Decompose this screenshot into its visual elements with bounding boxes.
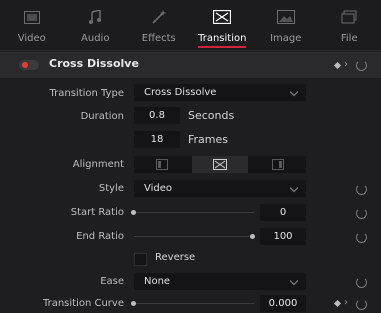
frames-unit: Frames bbox=[188, 133, 229, 146]
chevron-down-icon bbox=[289, 183, 299, 193]
align-start-button[interactable] bbox=[134, 156, 190, 173]
start-ratio-input[interactable]: 0 bbox=[260, 204, 306, 221]
tab-label: Image bbox=[270, 33, 302, 44]
start-ratio-slider-knob[interactable] bbox=[131, 210, 136, 215]
toggle-knob bbox=[22, 62, 28, 68]
tab-label: Transition bbox=[191, 33, 254, 44]
tab-label: Audio bbox=[81, 33, 110, 44]
end-ratio-label: End Ratio bbox=[76, 231, 124, 242]
ease-value: None bbox=[144, 276, 171, 287]
chevron-right-icon[interactable]: › bbox=[344, 59, 348, 70]
style-dropdown[interactable]: Video bbox=[134, 180, 306, 197]
effects-icon bbox=[149, 9, 169, 25]
transition-header: Cross Dissolve › bbox=[0, 52, 381, 78]
transition-curve-label: Transition Curve bbox=[42, 298, 124, 309]
tab-image[interactable]: Image bbox=[254, 0, 317, 50]
chevron-right-icon[interactable]: › bbox=[344, 297, 348, 308]
end-ratio-input[interactable]: 100 bbox=[260, 228, 306, 245]
reset-icon[interactable] bbox=[356, 232, 367, 243]
keyframe-icon[interactable] bbox=[333, 61, 342, 70]
reset-icon[interactable] bbox=[356, 60, 367, 71]
alignment-label: Alignment bbox=[72, 159, 124, 170]
end-ratio-slider-track[interactable] bbox=[134, 236, 254, 237]
reset-icon[interactable] bbox=[356, 208, 367, 219]
duration-seconds-input[interactable]: 0.8 bbox=[134, 107, 180, 124]
reset-icon[interactable] bbox=[356, 299, 367, 310]
end-ratio-slider-knob[interactable] bbox=[250, 234, 255, 239]
file-icon bbox=[339, 9, 359, 25]
start-ratio-slider-track[interactable] bbox=[134, 212, 254, 213]
duration-frames-input[interactable]: 18 bbox=[134, 131, 180, 148]
ease-dropdown[interactable]: None bbox=[134, 273, 306, 290]
transition-title: Cross Dissolve bbox=[49, 57, 139, 70]
align-center-icon bbox=[213, 159, 227, 170]
chevron-down-icon bbox=[289, 87, 299, 97]
divider bbox=[0, 50, 381, 51]
enable-toggle[interactable] bbox=[19, 60, 39, 70]
tab-file[interactable]: File bbox=[318, 0, 381, 50]
reverse-label: Reverse bbox=[155, 252, 196, 263]
tab-effects[interactable]: Effects bbox=[127, 0, 190, 50]
audio-icon bbox=[85, 9, 105, 25]
transition-curve-slider-knob[interactable] bbox=[131, 301, 136, 306]
start-ratio-label: Start Ratio bbox=[70, 207, 124, 218]
transition-type-label: Transition Type bbox=[49, 88, 124, 99]
reset-icon[interactable] bbox=[356, 277, 367, 288]
duration-label: Duration bbox=[80, 111, 124, 122]
alignment-segmented-control[interactable] bbox=[134, 156, 306, 173]
keyframe-icon[interactable] bbox=[333, 299, 342, 308]
transition-curve-input[interactable]: 0.000 bbox=[260, 295, 306, 312]
reverse-checkbox[interactable] bbox=[134, 253, 147, 266]
align-start-icon bbox=[156, 159, 168, 170]
tab-label: Video bbox=[17, 33, 46, 44]
style-value: Video bbox=[144, 183, 173, 194]
tab-transition[interactable]: Transition bbox=[191, 0, 254, 50]
image-icon bbox=[276, 9, 296, 25]
transition-icon bbox=[212, 9, 232, 25]
transition-type-value: Cross Dissolve bbox=[144, 87, 217, 98]
transition-type-dropdown[interactable]: Cross Dissolve bbox=[134, 84, 306, 101]
align-end-icon bbox=[272, 159, 284, 170]
style-label: Style bbox=[98, 183, 124, 194]
seconds-unit: Seconds bbox=[188, 109, 235, 122]
tab-label: File bbox=[340, 33, 358, 44]
transition-curve-slider-track[interactable] bbox=[134, 303, 254, 304]
reset-icon[interactable] bbox=[356, 184, 367, 195]
tab-video[interactable]: Video bbox=[0, 0, 63, 50]
inspector-tabs: Video Audio Effects Transition Image Fil… bbox=[0, 0, 381, 50]
ease-label: Ease bbox=[100, 276, 124, 287]
tab-label: Effects bbox=[141, 33, 176, 44]
align-center-button[interactable] bbox=[192, 156, 248, 173]
tab-audio[interactable]: Audio bbox=[64, 0, 127, 50]
chevron-down-icon bbox=[289, 276, 299, 286]
align-end-button[interactable] bbox=[250, 156, 306, 173]
video-icon bbox=[22, 9, 42, 25]
